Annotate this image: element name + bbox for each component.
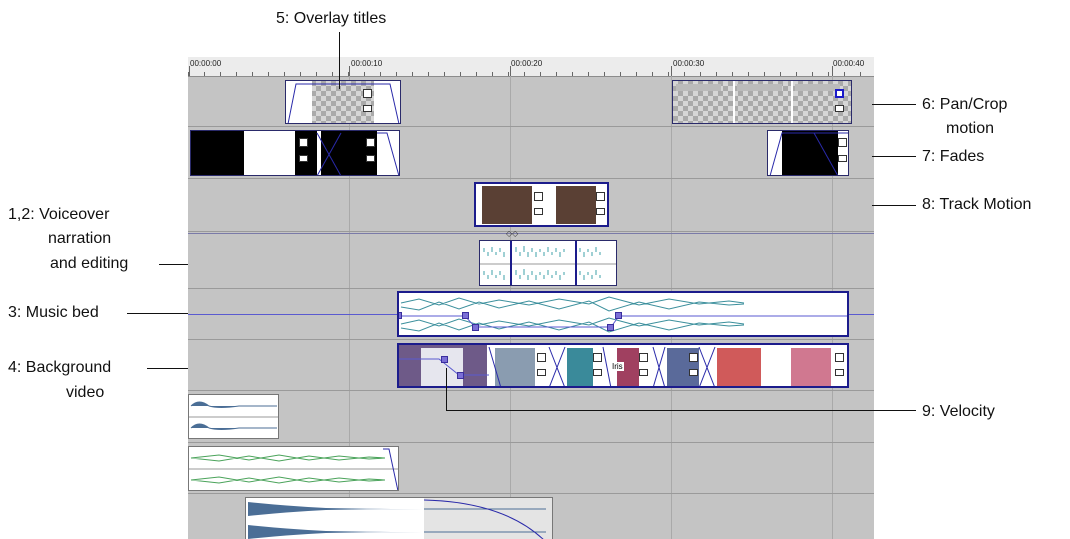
ruler-label-10: 00:00:10 [351, 59, 383, 68]
callout-fades: 7: Fades [922, 148, 985, 165]
keyframe-markers: ◇◇ [506, 229, 519, 238]
track-separator [188, 390, 874, 391]
callout-pan-crop-2: motion [946, 120, 995, 137]
pan-crop-icon[interactable] [537, 353, 546, 362]
callout-background-2: video [66, 384, 105, 401]
crossfade-curve [316, 132, 399, 175]
callout-velocity: 9: Velocity [922, 403, 995, 420]
track-separator [188, 231, 874, 232]
pan-crop-icon[interactable] [639, 353, 648, 362]
event-fx-icon[interactable] [596, 208, 605, 215]
event-fx-icon[interactable] [639, 369, 648, 376]
callout-line [446, 368, 447, 411]
video-thumbnail [482, 186, 532, 224]
title-thumbnail-text [676, 84, 721, 91]
envelope-point[interactable] [472, 324, 479, 331]
audio-clip-2[interactable] [188, 446, 399, 491]
waveform [189, 401, 278, 430]
callout-line [147, 368, 188, 369]
pan-crop-icon[interactable] [835, 353, 844, 362]
pan-crop-icon[interactable] [596, 192, 605, 201]
callout-overlay-titles: 5: Overlay titles [276, 10, 387, 27]
callout-voiceover-1: 1,2: Voiceover [8, 206, 110, 223]
title-thumbnail-text [795, 84, 840, 91]
ruler-minor-ticks [188, 72, 874, 76]
callout-line [159, 264, 188, 265]
callout-line [127, 313, 188, 314]
envelope-point[interactable] [462, 312, 469, 319]
callout-line [446, 410, 916, 411]
envelope-point[interactable] [615, 312, 622, 319]
track-separator [188, 126, 874, 127]
ruler-label-30: 00:00:30 [673, 59, 705, 68]
ruler-label-40: 00:00:40 [833, 59, 865, 68]
callout-pan-crop-1: 6: Pan/Crop [922, 96, 1008, 113]
voiceover-clip[interactable] [479, 240, 617, 286]
callout-music-bed: 3: Music bed [8, 304, 99, 321]
video-clip-fade-2[interactable] [767, 130, 849, 176]
fade-envelope [287, 83, 400, 123]
title-clip-2[interactable] [672, 80, 852, 124]
music-bed-clip[interactable] [397, 291, 849, 337]
title-clip-1[interactable] [285, 80, 401, 124]
callout-voiceover-3: and editing [50, 255, 129, 272]
time-ruler[interactable]: 00:00:00 00:00:10 00:00:20 00:00:30 00:0… [188, 57, 874, 77]
title-thumbnail-text [737, 84, 782, 91]
event-fx-icon[interactable] [363, 105, 372, 112]
fade-envelope [769, 132, 848, 175]
video-thumbnail [556, 186, 596, 224]
track-motion-clip[interactable] [474, 182, 609, 227]
audio-clip-3[interactable] [245, 497, 553, 539]
callout-voiceover-2: narration [48, 230, 112, 247]
video-clip-fade-1[interactable] [190, 130, 400, 176]
velocity-point[interactable] [441, 356, 448, 363]
event-fx-icon[interactable] [835, 369, 844, 376]
waveform [189, 448, 398, 490]
track-separator [188, 178, 874, 179]
event-fx-icon[interactable] [593, 369, 602, 376]
callout-line [872, 156, 916, 157]
waveform [480, 241, 616, 285]
callout-line [872, 205, 916, 206]
event-fx-icon[interactable] [689, 369, 698, 376]
transition-curves [399, 346, 716, 386]
waveform [248, 498, 552, 539]
event-fx-icon[interactable] [534, 208, 543, 215]
pan-crop-icon[interactable] [363, 89, 372, 98]
audio-clip-1[interactable] [188, 394, 279, 439]
track-motion-line [188, 233, 874, 234]
pan-crop-icon[interactable] [593, 353, 602, 362]
callout-track-motion: 8: Track Motion [922, 196, 1032, 213]
ruler-label-0: 00:00:00 [190, 59, 222, 68]
background-video-clip[interactable]: Iris [397, 343, 849, 388]
track-separator [188, 442, 874, 443]
timeline-area[interactable]: 00:00:00 00:00:10 00:00:20 00:00:30 00:0… [188, 57, 874, 539]
frame-divider [733, 81, 735, 123]
callout-line [872, 104, 916, 105]
ruler-label-20: 00:00:20 [511, 59, 543, 68]
callout-line [339, 32, 340, 89]
frame-divider [791, 81, 793, 123]
pan-crop-icon[interactable] [689, 353, 698, 362]
track-separator [188, 339, 874, 340]
envelope-point[interactable] [607, 324, 614, 331]
track-separator [188, 288, 874, 289]
event-fx-icon[interactable] [537, 369, 546, 376]
envelope-point[interactable] [399, 312, 402, 319]
pan-crop-icon[interactable] [534, 192, 543, 201]
callout-background-1: 4: Background [8, 359, 112, 376]
event-fx-icon[interactable] [835, 105, 844, 112]
velocity-point[interactable] [457, 372, 464, 379]
pan-crop-icon[interactable] [835, 89, 844, 98]
track-separator [188, 493, 874, 494]
